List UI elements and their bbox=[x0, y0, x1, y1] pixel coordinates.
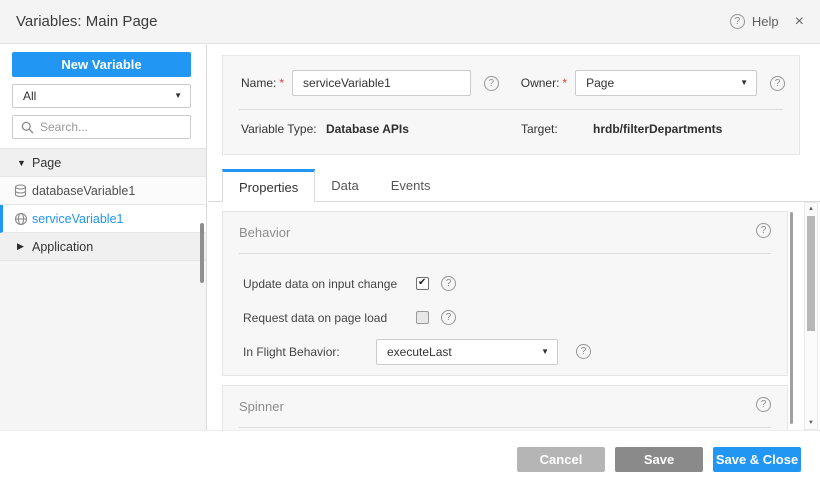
name-owner-row: Name: * ? Owner: * Page ▼ ? bbox=[241, 70, 785, 96]
target-label: Target: bbox=[521, 122, 558, 136]
behavior-section-header: Behavior ? bbox=[239, 225, 771, 254]
sidebar-scrollbar-thumb[interactable] bbox=[200, 223, 204, 283]
in-flight-help-icon[interactable]: ? bbox=[576, 344, 591, 359]
tree-node-databasevariable1[interactable]: databaseVariable1 bbox=[0, 177, 206, 205]
request-data-on-page-load-label: Request data on page load bbox=[243, 301, 387, 335]
service-variable-icon bbox=[14, 212, 28, 226]
owner-selected-value: Page bbox=[586, 76, 614, 90]
tree-node-label: databaseVariable1 bbox=[32, 184, 135, 198]
chevron-down-icon: ▼ bbox=[541, 340, 549, 364]
owner-select[interactable]: Page ▼ bbox=[575, 70, 757, 96]
scrollbar-thumb[interactable] bbox=[807, 216, 815, 331]
required-marker: * bbox=[279, 76, 284, 90]
request-data-on-page-load-checkbox[interactable] bbox=[416, 311, 429, 324]
in-flight-behavior-label: In Flight Behavior: bbox=[243, 335, 340, 369]
behavior-section: Behavior ? Update data on input change ?… bbox=[222, 211, 788, 376]
save-and-close-button[interactable]: Save & Close bbox=[713, 447, 801, 472]
dialog-header: Variables: Main Page ? Help × bbox=[0, 0, 820, 44]
tree-node-label: serviceVariable1 bbox=[32, 212, 123, 226]
help-link[interactable]: Help bbox=[752, 14, 779, 29]
owner-label: Owner: bbox=[521, 76, 560, 90]
name-help-icon[interactable]: ? bbox=[484, 76, 499, 91]
search-icon bbox=[21, 121, 34, 134]
close-icon[interactable]: × bbox=[795, 13, 804, 31]
update-data-on-input-change-label: Update data on input change bbox=[243, 267, 397, 301]
request-data-help-icon[interactable]: ? bbox=[441, 310, 456, 325]
properties-tab-content: Behavior ? Update data on input change ?… bbox=[208, 202, 820, 430]
spinner-section: Spinner ? bbox=[222, 385, 788, 430]
in-flight-selected-value: executeLast bbox=[387, 345, 452, 359]
chevron-down-icon: ▼ bbox=[174, 85, 182, 107]
caret-right-icon[interactable]: ▶ bbox=[17, 241, 24, 252]
name-field[interactable] bbox=[292, 70, 471, 96]
detail-tabs: Properties Data Events bbox=[208, 169, 820, 202]
help-icon[interactable]: ? bbox=[730, 14, 745, 29]
tree-node-servicevariable1[interactable]: serviceVariable1 bbox=[0, 205, 206, 233]
property-row: Update data on input change ? bbox=[243, 267, 787, 301]
variable-type-label: Variable Type: bbox=[241, 122, 317, 136]
tree-node-application[interactable]: ▶ Application bbox=[0, 233, 206, 261]
new-variable-button[interactable]: New Variable bbox=[12, 52, 191, 77]
inner-scrollbar-thumb[interactable] bbox=[790, 212, 793, 424]
scroll-up-icon[interactable]: ▲ bbox=[805, 206, 817, 212]
name-label: Name: bbox=[241, 76, 276, 90]
properties-scrollbar[interactable]: ▲ ▼ bbox=[804, 202, 818, 430]
update-data-on-input-change-checkbox[interactable] bbox=[416, 277, 429, 290]
header-actions: ? Help × bbox=[730, 13, 804, 31]
behavior-title: Behavior bbox=[239, 225, 290, 240]
variable-summary-panel: Name: * ? Owner: * Page ▼ ? Variable Typ… bbox=[222, 55, 800, 155]
variable-detail-pane: Name: * ? Owner: * Page ▼ ? Variable Typ… bbox=[208, 45, 820, 430]
variables-tree: ▼ Page databaseVariable1 serviceVariable… bbox=[0, 148, 206, 430]
database-variable-icon bbox=[14, 184, 27, 198]
search-placeholder: Search... bbox=[40, 120, 88, 134]
chevron-down-icon: ▼ bbox=[740, 71, 748, 95]
tab-data[interactable]: Data bbox=[315, 169, 374, 201]
tree-node-page[interactable]: ▼ Page bbox=[0, 149, 206, 177]
update-data-help-icon[interactable]: ? bbox=[441, 276, 456, 291]
tab-properties[interactable]: Properties bbox=[222, 169, 315, 202]
spinner-title: Spinner bbox=[239, 399, 284, 414]
filter-selected-value: All bbox=[23, 89, 36, 103]
in-flight-behavior-select[interactable]: executeLast ▼ bbox=[376, 339, 558, 365]
tree-node-label: Page bbox=[32, 156, 61, 170]
property-row: Request data on page load ? bbox=[243, 301, 787, 335]
variable-filter-select[interactable]: All ▼ bbox=[12, 84, 191, 108]
behavior-help-icon[interactable]: ? bbox=[756, 223, 771, 238]
spinner-section-header: Spinner ? bbox=[239, 399, 771, 428]
page-title: Variables: Main Page bbox=[16, 13, 157, 30]
dialog-footer: Cancel Save Save & Close bbox=[0, 430, 820, 487]
scroll-down-icon[interactable]: ▼ bbox=[805, 420, 817, 426]
target-value: hrdb/filterDepartments bbox=[593, 122, 722, 136]
tab-events[interactable]: Events bbox=[375, 169, 447, 201]
caret-down-icon[interactable]: ▼ bbox=[17, 158, 26, 168]
spinner-help-icon[interactable]: ? bbox=[756, 397, 771, 412]
variables-sidebar: New Variable All ▼ Search... ▼ Page data… bbox=[0, 45, 207, 430]
cancel-button[interactable]: Cancel bbox=[517, 447, 605, 472]
divider bbox=[239, 109, 783, 110]
save-button[interactable]: Save bbox=[615, 447, 703, 472]
variable-type-value: Database APIs bbox=[326, 122, 409, 136]
property-row: In Flight Behavior: executeLast ▼ ? bbox=[243, 335, 787, 369]
type-target-row: Variable Type: Database APIs Target: hrd… bbox=[241, 122, 783, 137]
tree-node-label: Application bbox=[32, 240, 93, 254]
search-input[interactable]: Search... bbox=[12, 115, 191, 139]
required-marker: * bbox=[562, 76, 567, 90]
owner-help-icon[interactable]: ? bbox=[770, 76, 785, 91]
